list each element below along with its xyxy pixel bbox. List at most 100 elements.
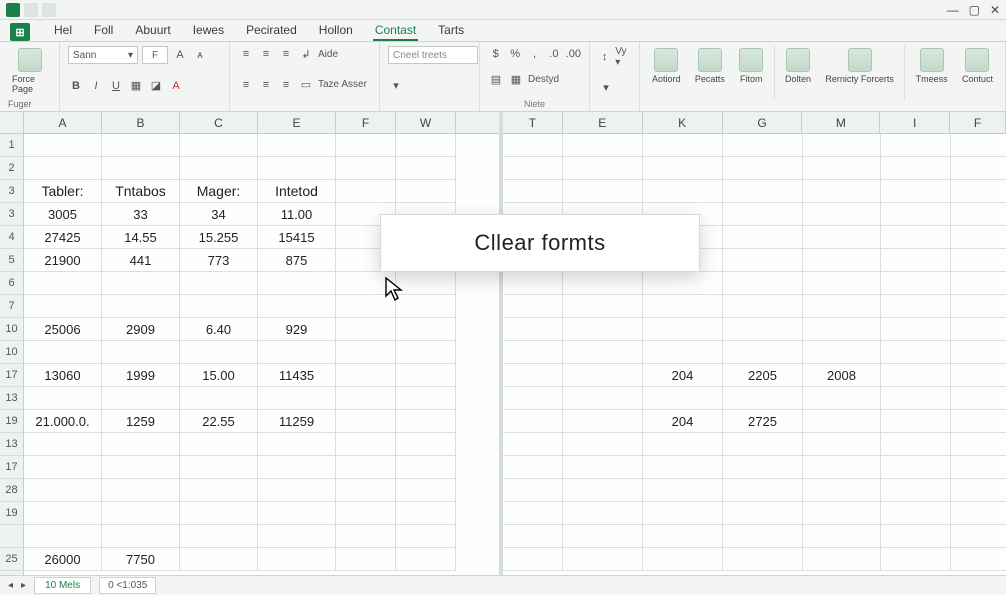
cell[interactable]: 13060 xyxy=(24,364,102,387)
row-header[interactable]: 2 xyxy=(0,157,23,180)
cell[interactable] xyxy=(803,318,881,341)
tab-3[interactable]: Iewes xyxy=(191,20,226,41)
cell[interactable]: 15415 xyxy=(258,226,336,249)
file-menu-button[interactable]: ⊞ xyxy=(10,23,30,41)
format-table-icon[interactable]: ▦ xyxy=(508,72,524,88)
italic-icon[interactable]: I xyxy=(88,78,104,94)
cell[interactable]: 204 xyxy=(643,410,723,433)
cell[interactable] xyxy=(881,525,951,548)
cell[interactable] xyxy=(803,157,881,180)
cell[interactable]: 875 xyxy=(258,249,336,272)
align-left-icon[interactable]: ≡ xyxy=(238,77,254,93)
cell[interactable] xyxy=(643,433,723,456)
row-header[interactable]: 10 xyxy=(0,318,23,341)
cell[interactable] xyxy=(102,272,180,295)
cell[interactable] xyxy=(803,134,881,157)
cell[interactable] xyxy=(881,134,951,157)
align-mid-icon[interactable]: ≡ xyxy=(258,46,274,62)
cell[interactable]: 441 xyxy=(102,249,180,272)
maximize-button[interactable]: ▢ xyxy=(969,3,980,17)
cell[interactable] xyxy=(881,203,951,226)
cell[interactable] xyxy=(951,249,1006,272)
underline-icon[interactable]: U xyxy=(108,78,124,94)
cell[interactable]: 773 xyxy=(180,249,258,272)
cell[interactable] xyxy=(723,180,803,203)
cell[interactable] xyxy=(643,157,723,180)
cell[interactable] xyxy=(503,341,563,364)
cell[interactable] xyxy=(336,134,396,157)
cell[interactable] xyxy=(803,479,881,502)
cell[interactable]: 11259 xyxy=(258,410,336,433)
cell[interactable] xyxy=(396,387,456,410)
cell[interactable] xyxy=(881,272,951,295)
cell[interactable] xyxy=(396,456,456,479)
align-bot-icon[interactable]: ≡ xyxy=(278,46,294,62)
row-header[interactable]: 13 xyxy=(0,433,23,456)
cell[interactable] xyxy=(336,295,396,318)
row-header[interactable]: 3 xyxy=(0,180,23,203)
big-btn-4[interactable]: Rernicty Forcerts xyxy=(821,46,898,86)
cell[interactable]: 7750 xyxy=(102,548,180,571)
cell[interactable]: 1259 xyxy=(102,410,180,433)
cell[interactable] xyxy=(258,295,336,318)
cell[interactable] xyxy=(180,134,258,157)
font-size-select[interactable]: F xyxy=(142,46,168,64)
cell[interactable] xyxy=(563,387,643,410)
cell[interactable] xyxy=(396,548,456,571)
cell[interactable] xyxy=(643,502,723,525)
cell[interactable] xyxy=(180,433,258,456)
cell[interactable] xyxy=(723,456,803,479)
font-color-icon[interactable]: A xyxy=(168,78,184,94)
cell[interactable] xyxy=(336,387,396,410)
cell[interactable]: 14.55 xyxy=(102,226,180,249)
cell[interactable] xyxy=(180,548,258,571)
cell[interactable] xyxy=(102,134,180,157)
row-header[interactable]: 25 xyxy=(0,548,23,571)
cell[interactable] xyxy=(24,502,102,525)
cell[interactable] xyxy=(803,410,881,433)
cell[interactable] xyxy=(951,433,1006,456)
cell[interactable] xyxy=(258,272,336,295)
name-box[interactable]: Cneel treets xyxy=(388,46,478,64)
cell[interactable] xyxy=(803,525,881,548)
cell[interactable] xyxy=(336,410,396,433)
row-header[interactable]: 10 xyxy=(0,341,23,364)
cell[interactable] xyxy=(803,295,881,318)
row-header[interactable]: 19 xyxy=(0,502,23,525)
cell[interactable] xyxy=(643,548,723,571)
cell[interactable] xyxy=(803,203,881,226)
cell[interactable]: 2909 xyxy=(102,318,180,341)
cell[interactable] xyxy=(180,479,258,502)
cell[interactable] xyxy=(503,502,563,525)
bold-icon[interactable]: B xyxy=(68,78,84,94)
cell[interactable] xyxy=(24,387,102,410)
cell[interactable] xyxy=(723,318,803,341)
big-btn-5[interactable]: Tmeess xyxy=(912,46,952,86)
cell[interactable] xyxy=(503,364,563,387)
row-header[interactable]: 28 xyxy=(0,479,23,502)
cell[interactable] xyxy=(563,456,643,479)
cell[interactable] xyxy=(336,180,396,203)
cell[interactable] xyxy=(503,134,563,157)
cell[interactable]: 2008 xyxy=(803,364,881,387)
close-button[interactable]: ✕ xyxy=(990,3,1000,17)
col-A[interactable]: A xyxy=(24,112,102,133)
sort-icon[interactable]: ↕ xyxy=(598,49,611,65)
cell[interactable] xyxy=(643,134,723,157)
cell[interactable]: Tntabos xyxy=(102,180,180,203)
right-cells[interactable]: 204220520082042725 xyxy=(503,134,1006,575)
cell[interactable] xyxy=(258,502,336,525)
cell[interactable] xyxy=(503,433,563,456)
cell[interactable] xyxy=(951,157,1006,180)
left-cells[interactable]: Tabler:TntabosMager:Intetod3005333411.00… xyxy=(24,134,499,575)
cell[interactable] xyxy=(951,272,1006,295)
cell[interactable] xyxy=(24,525,102,548)
cell[interactable] xyxy=(180,157,258,180)
cell[interactable] xyxy=(336,341,396,364)
cell[interactable] xyxy=(336,502,396,525)
cell[interactable] xyxy=(102,387,180,410)
row-header[interactable]: 7 xyxy=(0,295,23,318)
border-icon[interactable]: ▦ xyxy=(128,78,144,94)
cell[interactable] xyxy=(803,226,881,249)
cell[interactable] xyxy=(723,226,803,249)
